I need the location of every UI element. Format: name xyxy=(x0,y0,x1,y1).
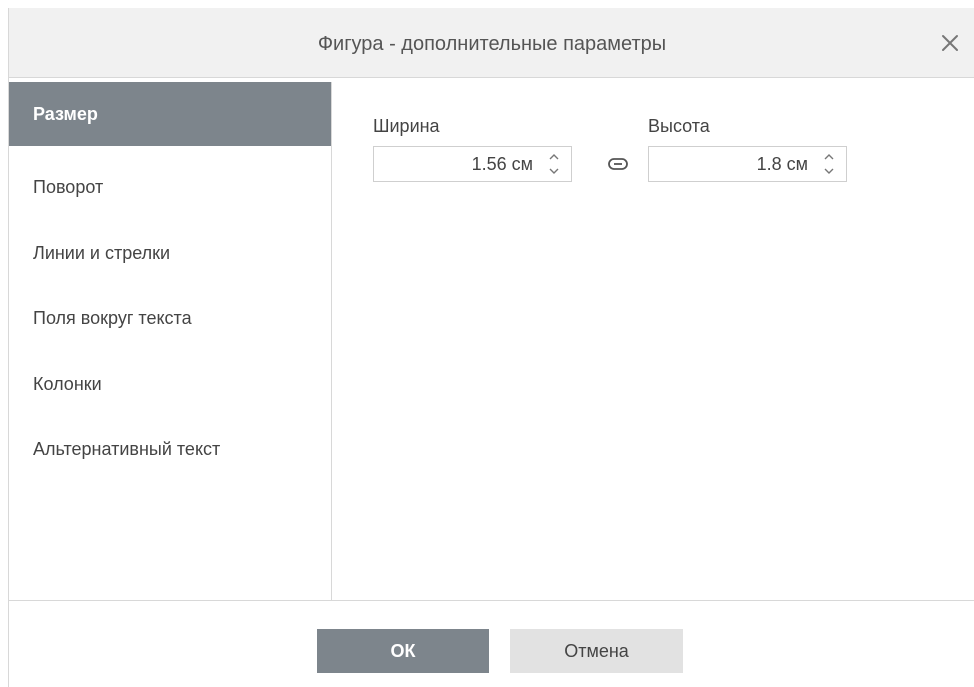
shape-advanced-settings-dialog: Фигура - дополнительные параметры Размер… xyxy=(8,8,974,687)
dialog-title: Фигура - дополнительные параметры xyxy=(317,33,667,55)
width-input[interactable]: 1.56 см xyxy=(472,147,533,181)
cancel-button[interactable]: Отмена xyxy=(510,629,683,673)
link-icon xyxy=(608,158,628,170)
sidebar: Размер Поворот Линии и стрелки Поля вокр… xyxy=(9,82,332,600)
sidebar-item-rotation[interactable]: Поворот xyxy=(9,155,331,219)
chevron-down-icon xyxy=(824,168,834,174)
width-label: Ширина xyxy=(373,116,440,136)
width-decrement-button[interactable] xyxy=(547,165,561,177)
height-decrement-button[interactable] xyxy=(822,165,836,177)
width-increment-button[interactable] xyxy=(547,151,561,163)
footer-divider xyxy=(9,600,974,601)
height-increment-button[interactable] xyxy=(822,151,836,163)
sidebar-item-columns[interactable]: Колонки xyxy=(9,352,331,416)
sidebar-item-size[interactable]: Размер xyxy=(9,82,331,146)
height-input[interactable]: 1.8 см xyxy=(757,147,808,181)
close-icon xyxy=(942,35,958,51)
link-proportions-button[interactable] xyxy=(606,154,630,174)
ok-button[interactable]: ОК xyxy=(317,629,489,673)
height-spin-arrows xyxy=(822,151,836,177)
sidebar-item-alt-text[interactable]: Альтернативный текст xyxy=(9,417,331,481)
size-panel: Ширина 1.56 см Высота 1.8 см xyxy=(332,82,974,600)
chevron-down-icon xyxy=(549,168,559,174)
height-label: Высота xyxy=(648,116,710,136)
chevron-up-icon xyxy=(824,154,834,160)
width-spin-arrows xyxy=(547,151,561,177)
close-button[interactable] xyxy=(935,28,965,58)
sidebar-item-lines-arrows[interactable]: Линии и стрелки xyxy=(9,221,331,285)
dialog-titlebar: Фигура - дополнительные параметры xyxy=(9,8,974,78)
width-spinner[interactable]: 1.56 см xyxy=(373,146,572,182)
sidebar-item-text-padding[interactable]: Поля вокруг текста xyxy=(9,286,331,350)
chevron-up-icon xyxy=(549,154,559,160)
height-spinner[interactable]: 1.8 см xyxy=(648,146,847,182)
